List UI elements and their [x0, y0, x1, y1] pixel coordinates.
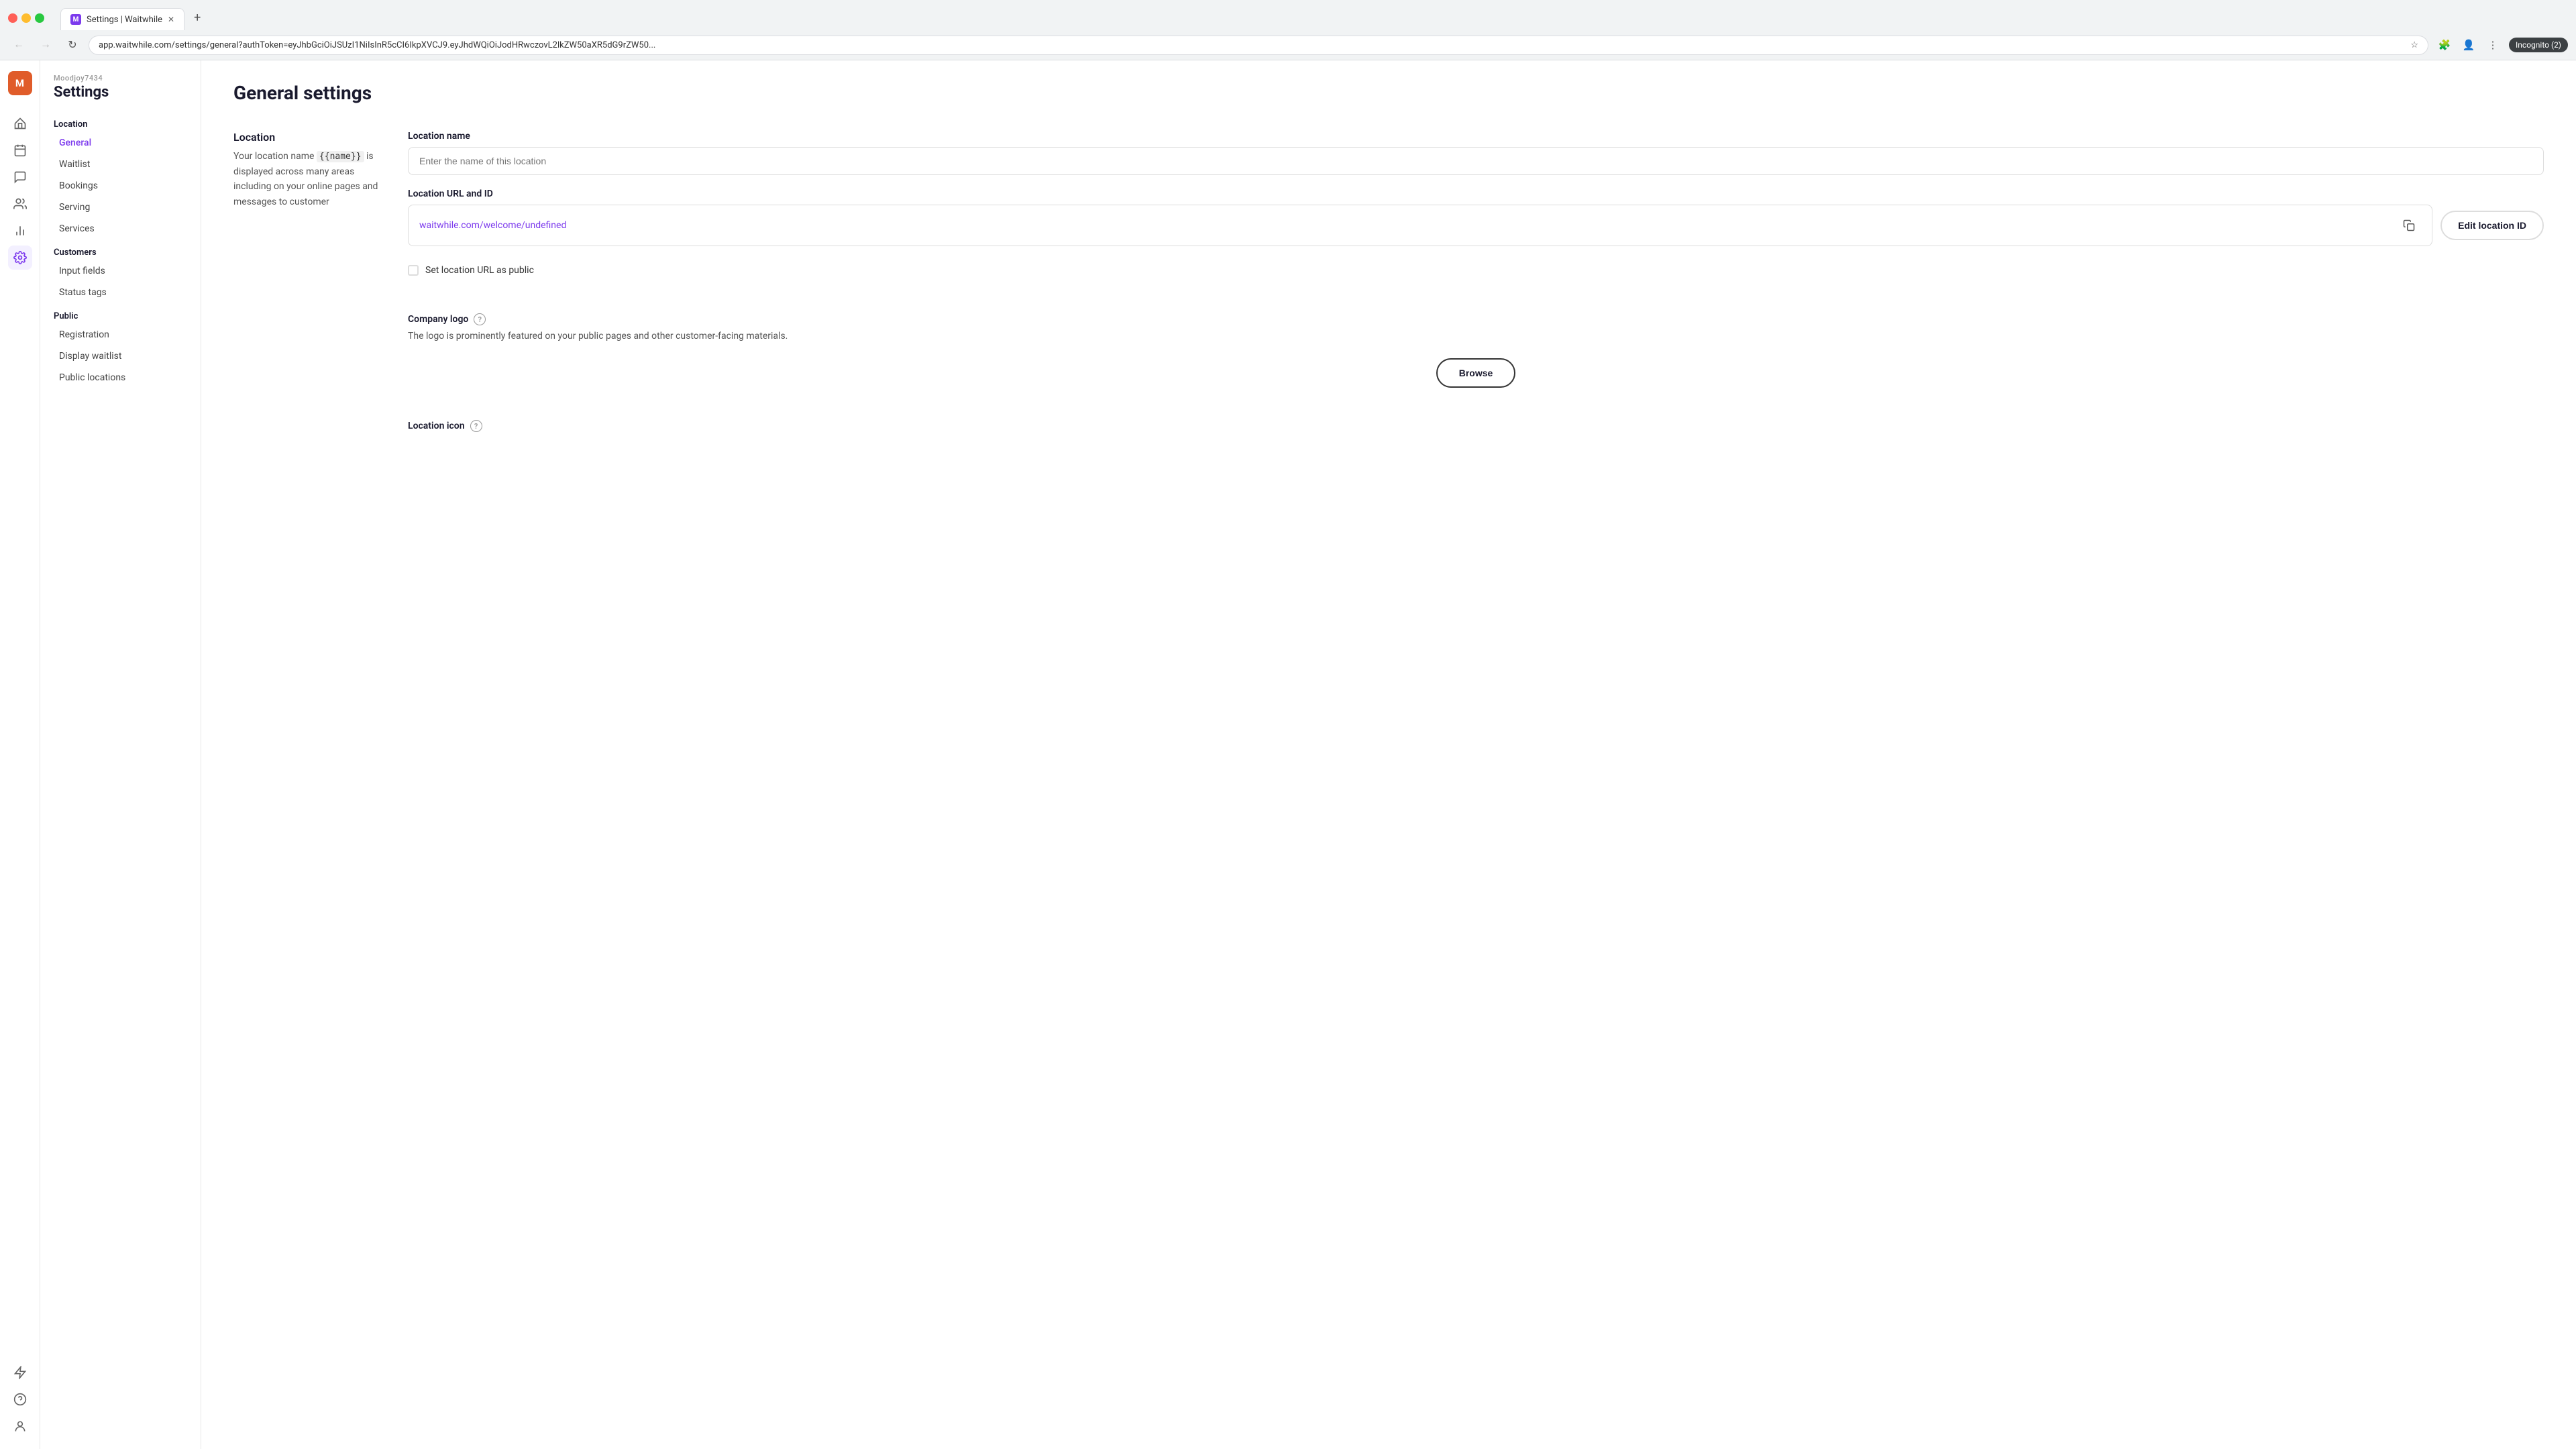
app-wrapper: M Moodjoy7434 Settin: [0, 60, 2576, 1449]
logo-section-right: Company logo ? The logo is prominently f…: [408, 313, 2544, 388]
tab-bar: M Settings | Waitwhile ✕ +: [55, 5, 213, 30]
icon-rail: M: [0, 60, 40, 1449]
sidebar-item-serving[interactable]: Serving: [46, 197, 195, 218]
browser-actions: 🧩 👤 ⋮: [2434, 34, 2504, 56]
url-id-row: waitwhile.com/welcome/undefined Edit loc…: [408, 205, 2544, 246]
location-name-input[interactable]: [408, 147, 2544, 175]
set-public-checkbox[interactable]: [408, 265, 419, 276]
active-tab[interactable]: M Settings | Waitwhile ✕: [60, 8, 184, 30]
extensions-button[interactable]: 🧩: [2434, 34, 2455, 56]
section-left: Location Your location name {{name}} is …: [233, 131, 381, 281]
rail-user-bottom-icon[interactable]: [8, 1414, 32, 1438]
window-close-button[interactable]: [8, 13, 17, 23]
browser-titlebar: M Settings | Waitwhile ✕ +: [0, 0, 2576, 30]
browser-toolbar: ← → ↻ app.waitwhile.com/settings/general…: [0, 30, 2576, 60]
sidebar-item-general[interactable]: General: [46, 132, 195, 154]
company-logo-description: The logo is prominently featured on your…: [408, 329, 810, 343]
sidebar-item-public-locations[interactable]: Public locations: [46, 367, 195, 388]
rail-avatar[interactable]: M: [8, 71, 32, 95]
company-logo-section: Company logo ? The logo is prominently f…: [233, 313, 2544, 388]
address-bar[interactable]: app.waitwhile.com/settings/general?authT…: [89, 36, 2428, 55]
sidebar-item-waitlist[interactable]: Waitlist: [46, 154, 195, 175]
tab-label: Settings | Waitwhile: [87, 15, 162, 25]
rail-chat-icon[interactable]: [8, 165, 32, 189]
rail-settings-icon[interactable]: [8, 246, 32, 270]
location-icon-label-row: Location icon ?: [408, 420, 2544, 432]
new-tab-button[interactable]: +: [187, 5, 207, 30]
section-left-title: Location: [233, 131, 381, 144]
window-controls: [8, 13, 44, 23]
sidebar-item-bookings[interactable]: Bookings: [46, 175, 195, 197]
company-logo-group: Company logo ? The logo is prominently f…: [408, 313, 2544, 388]
set-public-label: Set location URL as public: [425, 265, 534, 276]
company-logo-label-row: Company logo ?: [408, 313, 2544, 325]
more-button[interactable]: ⋮: [2482, 34, 2504, 56]
copy-url-button[interactable]: [2397, 213, 2421, 237]
page-title: General settings: [233, 82, 2544, 104]
location-url-id-group: Location URL and ID waitwhile.com/welcom…: [408, 189, 2544, 246]
rail-help-icon[interactable]: [8, 1387, 32, 1411]
edit-location-id-button[interactable]: Edit location ID: [2440, 211, 2544, 240]
company-logo-label: Company logo: [408, 314, 468, 325]
location-icon-right: Location icon ?: [408, 420, 2544, 432]
incognito-badge: Incognito (2): [2509, 38, 2568, 52]
sidebar-item-display-waitlist[interactable]: Display waitlist: [46, 345, 195, 367]
rail-users-icon[interactable]: [8, 192, 32, 216]
address-url: app.waitwhile.com/settings/general?authT…: [99, 40, 2405, 50]
url-display-box: waitwhile.com/welcome/undefined: [408, 205, 2432, 246]
tab-favicon: M: [70, 14, 81, 25]
location-icon-section: Location icon ?: [233, 420, 2544, 432]
main-content: General settings Location Your location …: [201, 60, 2576, 1449]
back-button[interactable]: ←: [8, 34, 30, 56]
sidebar: Moodjoy7434 Settings Location General Wa…: [40, 60, 201, 1449]
company-logo-help-icon[interactable]: ?: [474, 313, 486, 325]
profile-button[interactable]: 👤: [2458, 34, 2479, 56]
rail-lightning-icon[interactable]: [8, 1360, 32, 1385]
location-icon-left: [233, 420, 381, 432]
location-name-label: Location name: [408, 131, 2544, 142]
browse-btn-container: Browse: [408, 358, 2544, 388]
location-settings-section: Location Your location name {{name}} is …: [233, 131, 2544, 281]
location-name-group: Location name: [408, 131, 2544, 175]
sidebar-item-input-fields[interactable]: Input fields: [46, 260, 195, 282]
sidebar-item-registration[interactable]: Registration: [46, 324, 195, 345]
rail-home-icon[interactable]: [8, 111, 32, 136]
location-icon-help-icon[interactable]: ?: [470, 420, 482, 432]
sidebar-item-services[interactable]: Services: [46, 218, 195, 239]
section-right: Location name Location URL and ID waitwh…: [408, 131, 2544, 281]
refresh-button[interactable]: ↻: [62, 34, 83, 56]
forward-button[interactable]: →: [35, 34, 56, 56]
sidebar-title: Settings: [54, 84, 187, 101]
sidebar-customers-header: Customers: [40, 239, 201, 260]
location-icon-label: Location icon: [408, 421, 465, 431]
description-text-1: Your location name: [233, 151, 317, 162]
sidebar-location-header: Location: [40, 111, 201, 132]
sidebar-brand: Moodjoy7434: [54, 74, 187, 83]
window-minimize-button[interactable]: [21, 13, 31, 23]
section-description: Your location name {{name}} is displayed…: [233, 149, 381, 209]
sidebar-header: Moodjoy7434 Settings: [40, 74, 201, 111]
logo-section-left: [233, 313, 381, 388]
set-public-row: Set location URL as public: [408, 260, 2544, 281]
bookmark-icon[interactable]: ☆: [2410, 40, 2418, 50]
sidebar-public-header: Public: [40, 303, 201, 324]
sidebar-item-status-tags[interactable]: Status tags: [46, 282, 195, 303]
browse-button[interactable]: Browse: [1436, 358, 1516, 388]
rail-chart-icon[interactable]: [8, 219, 32, 243]
template-variable: {{name}}: [317, 151, 364, 162]
tab-close-button[interactable]: ✕: [168, 15, 174, 24]
url-id-label: Location URL and ID: [408, 189, 2544, 199]
browser-chrome: M Settings | Waitwhile ✕ + ← → ↻ app.wai…: [0, 0, 2576, 60]
rail-calendar-icon[interactable]: [8, 138, 32, 162]
url-link[interactable]: waitwhile.com/welcome/undefined: [419, 220, 566, 231]
window-maximize-button[interactable]: [35, 13, 44, 23]
